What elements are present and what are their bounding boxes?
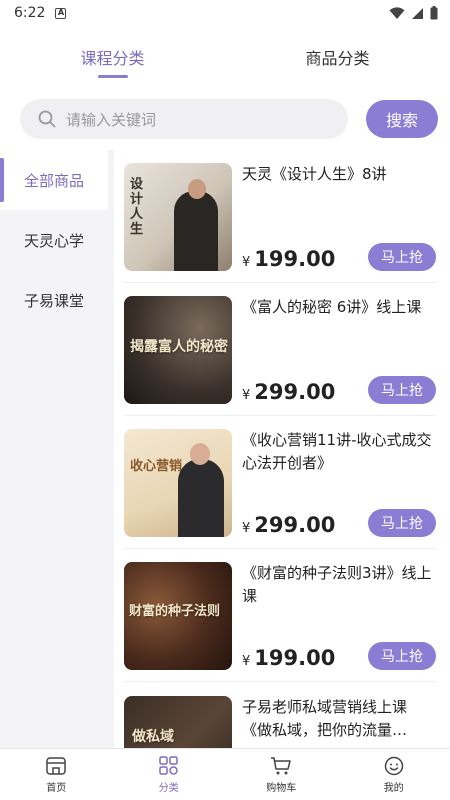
- product-title: 《收心营销11讲-收心式成交心法开创者》: [242, 431, 432, 472]
- product-thumbnail: 财富的种子法则: [124, 562, 232, 670]
- product-item[interactable]: 收心营销 《收心营销11讲-收心式成交心法开创者》 ¥ 299.00 马上抢: [124, 416, 436, 549]
- price-row: ¥ 299.00 马上抢: [242, 509, 436, 537]
- price-value: 299.00: [254, 513, 336, 537]
- product-info: 《财富的种子法则3讲》线上课 ¥ 199.00 马上抢: [242, 562, 436, 670]
- status-time: 6:22: [14, 5, 46, 21]
- product-thumbnail: 设计人生: [124, 163, 232, 271]
- tab-course-category[interactable]: 课程分类: [0, 26, 225, 88]
- nav-category[interactable]: 分类: [113, 749, 226, 800]
- nav-label: 购物车: [266, 782, 297, 794]
- product-list: 设计人生 天灵《设计人生》8讲 ¥ 199.00 马上抢 揭露富人的秘密 《富人…: [114, 150, 450, 750]
- product-price: ¥ 299.00: [242, 380, 335, 404]
- thumb-title: 揭露富人的秘密: [130, 339, 228, 355]
- nav-profile[interactable]: 我的: [338, 749, 450, 800]
- thumb-head: [190, 443, 210, 465]
- product-info: 子易老师私域营销线上课《做私域，把你的流量…: [242, 696, 436, 751]
- thumb-title: 做私域: [132, 728, 174, 745]
- nav-home[interactable]: 首页: [0, 749, 113, 800]
- price-row: ¥ 199.00 马上抢: [242, 642, 436, 670]
- product-item[interactable]: 做私域 子易老师私域营销线上课《做私域，把你的流量…: [124, 682, 436, 750]
- sidebar-item-all-goods[interactable]: 全部商品: [0, 150, 108, 210]
- nav-label: 分类: [158, 782, 179, 794]
- product-item[interactable]: 财富的种子法则 《财富的种子法则3讲》线上课 ¥ 199.00 马上抢: [124, 549, 436, 682]
- profile-icon: [384, 756, 403, 775]
- nav-label: 首页: [46, 782, 67, 794]
- product-title: 天灵《设计人生》8讲: [242, 165, 387, 183]
- search-icon: [38, 110, 56, 128]
- buy-now-button[interactable]: 马上抢: [368, 376, 436, 404]
- search-placeholder: 请输入关键词: [66, 110, 157, 129]
- signal-icon: [412, 7, 423, 19]
- home-icon: [46, 756, 66, 775]
- price-row: ¥ 299.00 马上抢: [242, 376, 436, 404]
- currency-symbol: ¥: [242, 521, 251, 536]
- price-row: ¥ 199.00 马上抢: [242, 243, 436, 271]
- bottom-nav: 首页 分类 购物车 我的: [0, 748, 450, 800]
- buy-now-button[interactable]: 马上抢: [368, 509, 436, 537]
- product-item[interactable]: 设计人生 天灵《设计人生》8讲 ¥ 199.00 马上抢: [124, 150, 436, 283]
- product-thumbnail: 收心营销: [124, 429, 232, 537]
- tab-label: 商品分类: [305, 49, 370, 68]
- nav-cart[interactable]: 购物车: [225, 749, 338, 800]
- active-tab-indicator: [97, 75, 128, 78]
- thumb-head: [188, 179, 206, 199]
- battery-icon: [430, 6, 438, 20]
- product-title: 《富人的秘密 6讲》线上课: [242, 298, 422, 316]
- sidebar: 全部商品 天灵心学 子易课堂: [0, 150, 108, 750]
- thumb-figure: [178, 459, 224, 537]
- sidebar-item-ziyi[interactable]: 子易课堂: [0, 270, 108, 330]
- nav-label: 我的: [383, 782, 404, 794]
- category-tabs: 课程分类 商品分类: [0, 26, 450, 88]
- product-price: ¥ 299.00: [242, 513, 335, 537]
- wifi-icon: [389, 6, 405, 19]
- price-value: 199.00: [254, 646, 336, 670]
- sidebar-item-tianling[interactable]: 天灵心学: [0, 210, 108, 270]
- main-body: 全部商品 天灵心学 子易课堂 设计人生 天灵《设计人生》8讲 ¥ 199.00 …: [0, 150, 450, 750]
- buy-now-button[interactable]: 马上抢: [368, 243, 436, 271]
- search-row: 请输入关键词 搜索: [0, 88, 450, 150]
- cart-icon: [271, 756, 291, 774]
- thumb-title: 设计人生: [130, 177, 144, 237]
- product-price: ¥ 199.00: [242, 247, 335, 271]
- currency-symbol: ¥: [242, 654, 251, 669]
- product-thumbnail: 揭露富人的秘密: [124, 296, 232, 404]
- product-thumbnail: 做私域: [124, 695, 232, 750]
- tab-label: 课程分类: [80, 49, 145, 68]
- thumb-title: 收心营销: [130, 459, 183, 474]
- search-input[interactable]: 请输入关键词: [20, 99, 348, 139]
- product-title: 《财富的种子法则3讲》线上课: [242, 564, 432, 605]
- status-bar: 6:22 A: [0, 0, 450, 26]
- buy-now-button[interactable]: 马上抢: [368, 642, 436, 670]
- category-icon: [159, 755, 178, 775]
- product-info: 《富人的秘密 6讲》线上课 ¥ 299.00 马上抢: [242, 296, 436, 404]
- product-info: 《收心营销11讲-收心式成交心法开创者》 ¥ 299.00 马上抢: [242, 429, 436, 537]
- product-title: 子易老师私域营销线上课《做私域，把你的流量…: [242, 697, 408, 739]
- sim-icon: A: [55, 7, 67, 19]
- currency-symbol: ¥: [242, 255, 251, 270]
- product-price: ¥ 199.00: [242, 646, 335, 670]
- search-button[interactable]: 搜索: [366, 100, 438, 138]
- tab-goods-category[interactable]: 商品分类: [225, 26, 450, 88]
- price-value: 199.00: [254, 247, 336, 271]
- thumb-title: 财富的种子法则: [129, 604, 221, 619]
- price-value: 299.00: [254, 380, 336, 404]
- thumb-figure: [174, 191, 218, 271]
- product-item[interactable]: 揭露富人的秘密 《富人的秘密 6讲》线上课 ¥ 299.00 马上抢: [124, 283, 436, 416]
- currency-symbol: ¥: [242, 388, 251, 403]
- product-info: 天灵《设计人生》8讲 ¥ 199.00 马上抢: [242, 163, 436, 271]
